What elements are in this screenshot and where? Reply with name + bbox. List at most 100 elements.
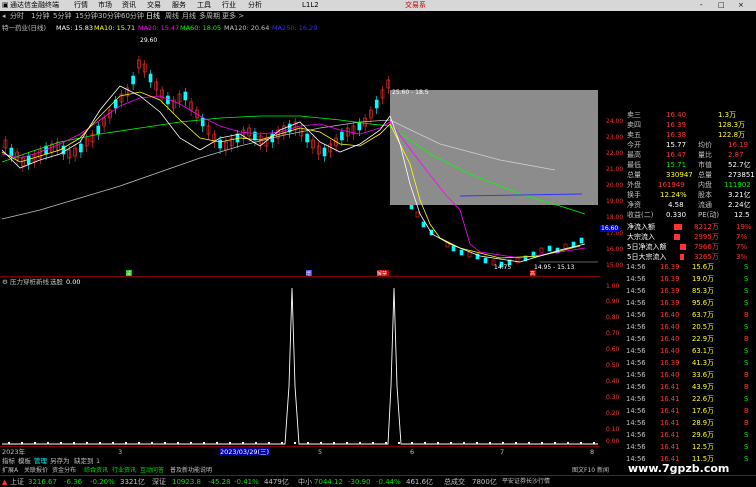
tick-volume: 85.3万 (692, 287, 714, 295)
sz-pct: -0.41% (234, 478, 259, 486)
period-tab-30m[interactable]: 30分钟 (98, 11, 121, 22)
period-tab-1m[interactable]: 1分钟 (31, 11, 49, 22)
period-toolbar: ◂ 分时 1分钟 5分钟 15分钟 30分钟 60分钟 日线 周线 月线 多周期… (0, 11, 430, 22)
indicator-dot (541, 442, 543, 444)
trade-system-button[interactable]: 交易系 (405, 0, 426, 11)
candle-body (357, 121, 362, 131)
period-tab-day[interactable]: 日线 (146, 11, 160, 22)
candle-body (539, 247, 544, 254)
tick-price: 16.40 (660, 347, 680, 355)
tick-volume: 95.6万 (692, 299, 714, 307)
menu-news[interactable]: 资讯 (122, 0, 136, 11)
tab-fund-dist[interactable]: 资金分布 (52, 466, 76, 475)
tab-qa[interactable]: 互动问答 (140, 466, 164, 475)
tick-volume: 19.0万 (692, 275, 714, 283)
indicator-dot (437, 442, 439, 444)
indicator-dot (281, 442, 283, 444)
candle-body (9, 147, 14, 157)
menu-tools[interactable]: 工具 (197, 0, 211, 11)
period-tab-month[interactable]: 月线 (182, 11, 196, 22)
indicator-legend: 特一药业(日线) MA5: 15.83 MA10: 15.71 MA20: 15… (0, 22, 430, 34)
total-label: 总成交 (444, 478, 465, 486)
period-tab-tick[interactable]: 分时 (10, 11, 24, 22)
tick-row: 14:56 16.39 19.0万 S (624, 274, 756, 284)
title-bar: ▣ 通达信金融终端 行情 市场 资讯 交易 服务 工具 行业 分析 L1L2 交… (0, 0, 756, 11)
menu-service[interactable]: 服务 (172, 0, 186, 11)
tab-related-quote[interactable]: 关联报价 (24, 466, 48, 475)
tool-save-as[interactable]: 另存为 (50, 456, 70, 466)
tab-feature-notes[interactable]: 普及新功能说明 (170, 466, 212, 475)
menu-industry[interactable]: 行业 (222, 0, 236, 11)
ma10-legend: MA10: 15.71 (94, 24, 136, 32)
time-axis: 2023年 3 2023/03/29(三) 5 6 7 8 (0, 446, 600, 457)
zx-label[interactable]: 中小 (298, 476, 312, 487)
period-tab-60m[interactable]: 60分钟 (121, 11, 144, 22)
tick-flag: S (744, 275, 749, 283)
stat-row: 最低 15.71 市值 52.7亿 (627, 161, 751, 169)
tick-flag: S (744, 263, 749, 271)
candle-body (305, 133, 309, 143)
ma60-legend: MA60: 18.05 (180, 24, 222, 32)
zx-amount: 461.6亿 (406, 478, 434, 486)
tick-price: 16.41 (660, 443, 680, 451)
indicator-dot (86, 442, 88, 444)
stat-row: 今开 15.77 均价 16.19 (627, 141, 749, 149)
period-icon: ◂ (2, 12, 6, 20)
minimize-button[interactable]: - (700, 0, 703, 11)
menu-market[interactable]: 行情 (74, 0, 88, 11)
sh-label[interactable]: 上证 (10, 476, 24, 487)
indicator-dot (73, 442, 75, 444)
period-tab-week[interactable]: 周线 (165, 11, 179, 22)
period-tab-more[interactable]: 更多 > (222, 11, 244, 22)
period-tab-5m[interactable]: 5分钟 (53, 11, 71, 22)
tick-price: 16.41 (660, 419, 680, 427)
sell-row: 卖五 16.38 122.8万 (627, 131, 746, 139)
tool-lock[interactable]: 缺定到 (74, 456, 94, 466)
menu-analysis[interactable]: 分析 (248, 0, 262, 11)
index-status-bar: ▲ 上证 3216.67 -6.36 -0.20% 3321亿 深证 10923… (0, 475, 756, 487)
indicator-dot (21, 442, 23, 444)
tick-volume: 22.9万 (692, 335, 714, 343)
tab-news[interactable]: 综合资讯 (84, 466, 108, 475)
tab-ext-a[interactable]: 扩展A (2, 466, 18, 475)
tick-flag: B (744, 419, 749, 427)
tick-row: 14:56 16.41 43.9万 B (624, 382, 756, 392)
zx-change: -30.90 (348, 478, 371, 486)
sz-label[interactable]: 深证 (152, 476, 166, 487)
tick-row: 14:56 16.41 12.5万 S (624, 442, 756, 452)
period-tab-multi[interactable]: 多周期 (199, 11, 220, 22)
tool-indicator[interactable]: 指标 (2, 456, 15, 466)
close-button[interactable]: × (738, 0, 744, 11)
tick-time: 14:56 (626, 311, 646, 319)
candle-body (451, 245, 456, 252)
app-logo-icon: ▣ (2, 1, 9, 9)
candle-body (218, 139, 222, 149)
menu-exchange[interactable]: 市场 (98, 0, 112, 11)
indicator-chart[interactable] (0, 286, 600, 446)
ma250-legend: MA250: 16.29 (272, 24, 318, 32)
tick-row: 14:56 16.39 15.6万 S (624, 262, 756, 272)
sh-change: -6.36 (64, 478, 83, 486)
tick-flag: S (744, 395, 749, 403)
period-tab-15m[interactable]: 15分钟 (75, 11, 98, 22)
tick-row: 14:56 16.40 20.5万 S (624, 322, 756, 332)
candlestick-chart[interactable]: 29.60 25.60 - 18.5 14.75 14.95 - 15.13 减… (0, 34, 600, 276)
tick-price: 16.39 (660, 287, 680, 295)
maximize-button[interactable]: □ (718, 0, 725, 11)
indicator-dot (411, 442, 413, 444)
tick-row: 14:56 16.41 29.6万 S (624, 430, 756, 440)
stat-row: 换手 12.24% 股本 3.21亿 (627, 191, 751, 199)
tool-template[interactable]: 模板 (18, 456, 31, 466)
candle-body (79, 143, 83, 153)
tick-flag: B (744, 335, 749, 343)
menu-trade[interactable]: 交易 (147, 0, 161, 11)
tab-f10-news[interactable]: 图文F10 新闻 (572, 466, 609, 475)
tick-row: 14:56 16.39 85.3万 S (624, 286, 756, 296)
stat-row: 净资 4.58 流通 2.24亿 (627, 201, 751, 209)
tool-manage[interactable]: 管理 (34, 456, 47, 466)
candle-body (547, 245, 552, 252)
indicator-dot (450, 442, 452, 444)
tab-industry-news[interactable]: 行业资讯 (112, 466, 136, 475)
indicator-dot (255, 442, 257, 444)
tick-price: 16.41 (660, 383, 680, 391)
